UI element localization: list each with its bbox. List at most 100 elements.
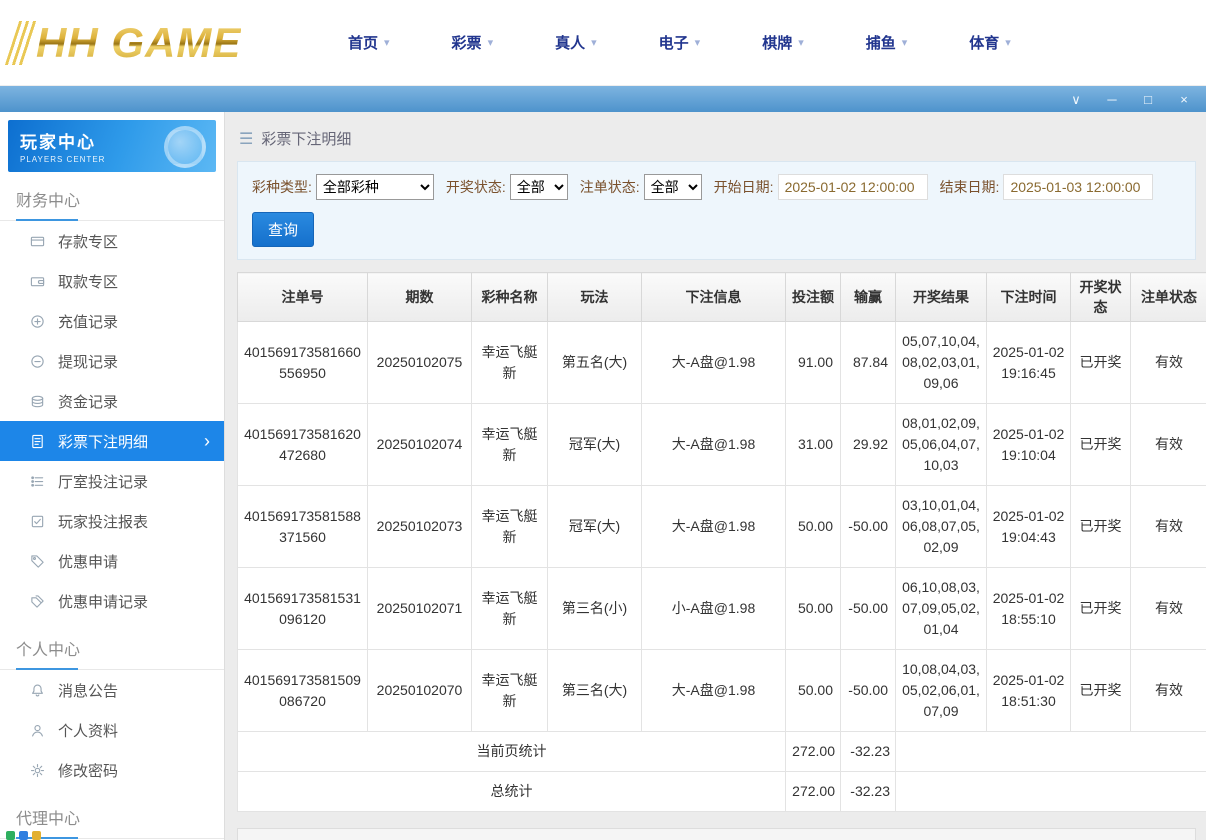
table-cell: 第三名(小) [547,567,642,650]
list-icon [30,474,45,489]
sidebar-item-cashout-records[interactable]: 提现记录 [0,341,224,381]
logo[interactable]: HH GAME [0,19,320,67]
logo-stripes-icon [4,20,40,65]
table-cell: 有效 [1130,403,1206,486]
sidebar-item-label: 消息公告 [58,682,119,700]
sidebar-item-label: 玩家投注报表 [58,513,149,531]
sidebar-item-promo-apply[interactable]: 优惠申请 [0,541,224,581]
table-cell: 08,01,02,09,05,06,04,07,10,03 [895,403,987,486]
table-cell: 小-A盘@1.98 [641,567,786,650]
start-date-input[interactable] [777,174,928,200]
table-cell: 401569173581531096120 [237,567,368,650]
sidebar-item-deposit-zone[interactable]: 存款专区 [0,221,224,261]
nav-item-live[interactable]: 真人 ▾ [555,32,597,53]
search-button[interactable]: 查询 [252,212,315,247]
sidebar-item-promo-apply-records[interactable]: 优惠申请记录 [0,581,224,621]
table-cell: 已开奖 [1070,321,1131,404]
sidebar-item-label: 存款专区 [58,233,119,251]
nav-item-label: 首页 [348,35,379,52]
window-maximize-icon[interactable]: □ [1140,93,1156,106]
hamburger-icon[interactable]: ☰ [239,129,253,149]
nav-item-label: 彩票 [451,35,482,52]
chevron-down-icon: ▾ [384,37,390,49]
window-minimize-icon[interactable]: ─ [1104,93,1120,106]
table-cell: 已开奖 [1070,485,1131,568]
sidebar-header: 玩家中心 PLAYERS CENTER [8,120,216,172]
table-cell: 50.00 [785,485,841,568]
table-cell: 已开奖 [1070,649,1131,732]
table-cell: 401569173581660556950 [237,321,368,404]
col-header-4: 下注信息 [641,272,786,322]
sidebar-item-announcements[interactable]: 消息公告 [0,670,224,710]
window-titlebar: ∨ ─ □ × [0,86,1206,112]
table-cell: 20250102073 [367,485,472,568]
sidebar-item-lottery-bet-details[interactable]: 彩票下注明细 [0,421,224,461]
summary-empty [895,771,1206,812]
draw-status-label: 开奖状态: [445,179,506,195]
sidebar-item-fund-records[interactable]: 资金记录 [0,381,224,421]
nav-item-fishing[interactable]: 捕鱼 ▾ [866,32,908,53]
sidebar-item-label: 修改密码 [58,762,119,780]
table-cell: 有效 [1130,485,1206,568]
sidebar-item-player-bet-report[interactable]: 玩家投注报表 [0,501,224,541]
taskbar-icon[interactable] [6,831,15,840]
draw-status-select[interactable]: 全部 [509,174,568,200]
col-header-3: 玩法 [547,272,642,322]
taskbar-peek[interactable] [6,831,41,840]
chevron-down-icon: ▾ [591,37,597,49]
table-cell: 幸运飞艇新 [471,649,548,732]
table-row: 401569173581620472680 20250102074 幸运飞艇新 冠军(… [237,403,1206,486]
end-date-label: 结束日期: [939,179,1000,195]
sidebar-item-label: 取款专区 [58,273,119,291]
sidebar-item-withdraw-zone[interactable]: 取款专区 [0,261,224,301]
table-row: 401569173581531096120 20250102071 幸运飞艇新 第三名… [237,567,1206,650]
order-status-select[interactable]: 全部 [643,174,702,200]
table-cell: 10,08,04,03,05,02,06,01,07,09 [895,649,987,732]
col-header-2: 彩种名称 [471,272,548,322]
nav-item-cards[interactable]: 棋牌 ▾ [762,32,804,53]
window-close-icon[interactable]: × [1176,93,1192,106]
table-cell: 大-A盘@1.98 [641,485,786,568]
nav-item-sports[interactable]: 体育 ▾ [969,32,1011,53]
taskbar-icon[interactable] [19,831,28,840]
sidebar-item-change-password[interactable]: 修改密码 [0,750,224,790]
table-cell: 大-A盘@1.98 [641,403,786,486]
sidebar-item-profile[interactable]: 个人资料 [0,710,224,750]
sidebar-subtitle: PLAYERS CENTER [20,155,106,164]
table-header-row: 注单号 期数 彩种名称 玩法 下注信息 投注额 输赢 开奖结果 下注时间 开奖状态 注单状态 [237,272,1206,322]
table-cell: 有效 [1130,567,1206,650]
table-cell: 401569173581588371560 [237,485,368,568]
table-cell: 幸运飞艇新 [471,567,548,650]
nav-item-lottery[interactable]: 彩票 ▾ [452,32,494,53]
table-cell: 已开奖 [1070,403,1131,486]
summary-row: 当前页统计 272.00 -32.23 [237,731,1206,772]
window-collapse-icon[interactable]: ∨ [1068,93,1084,106]
table-cell: 幸运飞艇新 [471,485,548,568]
table-cell: 20250102071 [367,567,472,650]
end-date-input[interactable] [1003,174,1154,200]
filter-panel: 彩种类型: 全部彩种 开奖状态: 全部 注单状态: 全部 开始日期: 结束日期: [237,161,1196,260]
col-header-8: 下注时间 [986,272,1071,322]
taskbar-icon[interactable] [32,831,41,840]
nav-item-label: 体育 [969,35,1000,52]
sidebar-item-recharge-records[interactable]: 充值记录 [0,301,224,341]
table-cell: 03,10,01,04,06,08,07,05,02,09 [895,485,987,568]
app-window: HH GAME 首页 ▾ 彩票 ▾ 真人 ▾ 电子 ▾ 棋牌 ▾ 捕鱼 ▾ 体育 ▾ ∨ ─ □ × 玩家… [0,0,1206,840]
table-row: 401569173581588371560 20250102073 幸运飞艇新 冠军(… [237,485,1206,568]
table-cell: 20250102070 [367,649,472,732]
nav-item-slots[interactable]: 电子 ▾ [659,32,701,53]
nav-item-home[interactable]: 首页 ▾ [348,32,390,53]
table-cell: 已开奖 [1070,567,1131,650]
chevron-down-icon: ▾ [1005,37,1011,49]
table-cell: 05,07,10,04,08,02,03,01,09,06 [895,321,987,404]
main-nav: 首页 ▾ 彩票 ▾ 真人 ▾ 电子 ▾ 棋牌 ▾ 捕鱼 ▾ 体育 ▾ [348,32,1011,53]
sidebar-title: 玩家中心 [20,133,96,152]
table-cell: 91.00 [785,321,841,404]
table-cell: 大-A盘@1.98 [641,321,786,404]
sidebar-item-label: 优惠申请记录 [58,593,149,611]
nav-item-label: 真人 [555,35,586,52]
sidebar-item-hall-bet-records[interactable]: 厅室投注记录 [0,461,224,501]
lottery-type-select[interactable]: 全部彩种 [315,174,434,200]
pagination-bar: 每页显示20条 共5条 首页 上一页 1 下一页 第 页 跳转 [237,828,1196,840]
table-cell: 有效 [1130,649,1206,732]
